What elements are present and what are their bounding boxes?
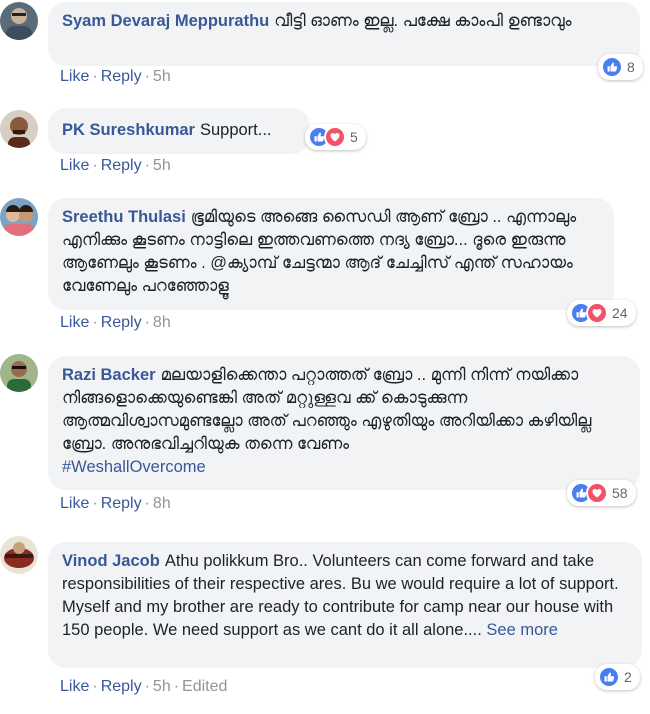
comment-author[interactable]: PK Sureshkumar (62, 121, 195, 139)
reaction-summary[interactable]: 58 (567, 480, 636, 506)
timestamp[interactable]: 5h (153, 157, 171, 174)
reaction-summary[interactable]: 5 (305, 124, 366, 150)
avatar[interactable] (0, 354, 38, 392)
comment-author[interactable]: Sreethu Thulasi (62, 208, 186, 226)
love-reaction-icon (324, 126, 346, 148)
reaction-count: 8 (627, 59, 635, 75)
avatar[interactable] (0, 198, 38, 236)
comment-bubble: PK Sureshkumar Support... (48, 108, 310, 154)
timestamp[interactable]: 8h (153, 495, 171, 512)
reaction-count: 58 (612, 485, 628, 501)
hashtag-link[interactable]: #WeshallOvercome (62, 458, 206, 476)
reaction-summary[interactable]: 24 (567, 300, 636, 326)
comment-actions: Like · Reply · 8h (60, 495, 171, 512)
comment-actions: Like · Reply · 5h (60, 157, 171, 174)
comment-bubble: Vinod Jacob Athu polikkum Bro.. Volunteer… (48, 542, 642, 668)
love-reaction-icon (586, 302, 608, 324)
comment-bubble: Syam Devaraj Meppurathu വീട്ടി ഓണം ഇല്ല. … (48, 2, 640, 66)
reaction-count: 2 (624, 669, 632, 685)
edited-label[interactable]: Edited (182, 678, 227, 695)
comment-author[interactable]: Vinod Jacob (62, 552, 160, 570)
comment-bubble: Sreethu Thulasi ഭൂമിയുടെ അങ്ങെ സൈഡി ആണ് ബ… (48, 198, 614, 310)
love-reaction-icon (586, 482, 608, 504)
reaction-count: 24 (612, 305, 628, 321)
reply-link[interactable]: Reply (101, 68, 142, 85)
reaction-summary[interactable]: 2 (595, 664, 640, 690)
like-link[interactable]: Like (60, 678, 89, 695)
like-reaction-icon (598, 666, 620, 688)
comment-actions: Like · Reply · 5h · Edited (60, 678, 228, 695)
reply-link[interactable]: Reply (101, 678, 142, 695)
like-link[interactable]: Like (60, 68, 89, 85)
avatar[interactable] (0, 536, 38, 574)
timestamp[interactable]: 5h (153, 68, 171, 85)
like-reaction-icon (601, 56, 623, 78)
reply-link[interactable]: Reply (101, 314, 142, 331)
reply-link[interactable]: Reply (101, 495, 142, 512)
avatar[interactable] (0, 2, 38, 40)
like-link[interactable]: Like (60, 314, 89, 331)
timestamp[interactable]: 8h (153, 314, 171, 331)
comment-author[interactable]: Syam Devaraj Meppurathu (62, 12, 269, 30)
timestamp[interactable]: 5h (153, 678, 171, 695)
avatar[interactable] (0, 110, 38, 148)
reaction-summary[interactable]: 8 (598, 54, 643, 80)
reply-link[interactable]: Reply (101, 157, 142, 174)
comment-text: വീട്ടി ഓണം ഇല്ല. പക്ഷേ കാംപി ഉണ്ടാവും (274, 12, 572, 30)
comment-bubble: Razi Backer മലയാളിക്കെന്താ പറ്റാത്തത് ബ്ര… (48, 356, 640, 490)
like-link[interactable]: Like (60, 495, 89, 512)
reaction-count: 5 (350, 129, 358, 145)
comment-author[interactable]: Razi Backer (62, 366, 156, 384)
comment-text: Support... (199, 121, 272, 139)
comment-actions: Like · Reply · 8h (60, 314, 171, 331)
see-more-link[interactable]: See more (486, 621, 558, 639)
comment-actions: Like · Reply · 5h (60, 68, 171, 85)
like-link[interactable]: Like (60, 157, 89, 174)
